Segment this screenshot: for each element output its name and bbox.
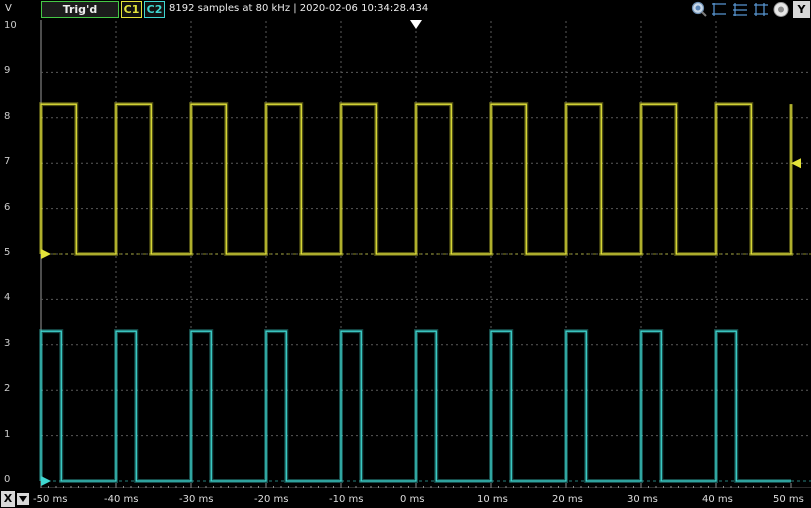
x-tick-label: 10 ms (477, 494, 508, 505)
x-tick-label: -20 ms (254, 494, 289, 505)
x-axis-button[interactable]: X (1, 491, 15, 507)
waveform-traces (39, 102, 811, 483)
x-tick-label: 0 ms (400, 494, 425, 505)
x-tick-label: 30 ms (627, 494, 658, 505)
x-tick-label: -10 ms (329, 494, 364, 505)
x-tick-label: 20 ms (552, 494, 583, 505)
x-axis-dropdown-icon[interactable] (17, 493, 29, 505)
x-tick-label: 40 ms (702, 494, 733, 505)
x-axis-bar: X -50 ms -40 ms -30 ms -20 ms -10 ms 0 m… (0, 488, 811, 508)
x-tick-label: -30 ms (179, 494, 214, 505)
x-tick-label: -40 ms (104, 494, 139, 505)
waveform-c1 (40, 103, 792, 255)
x-tick-label: -50 ms (33, 494, 68, 505)
channel-offset-marker (41, 249, 51, 259)
waveform-plot[interactable] (0, 0, 811, 508)
x-tick-label: 50 ms (773, 494, 804, 505)
trigger-position-marker (410, 20, 422, 29)
channel-offset-marker (41, 476, 51, 486)
waveform-c2 (40, 330, 791, 482)
